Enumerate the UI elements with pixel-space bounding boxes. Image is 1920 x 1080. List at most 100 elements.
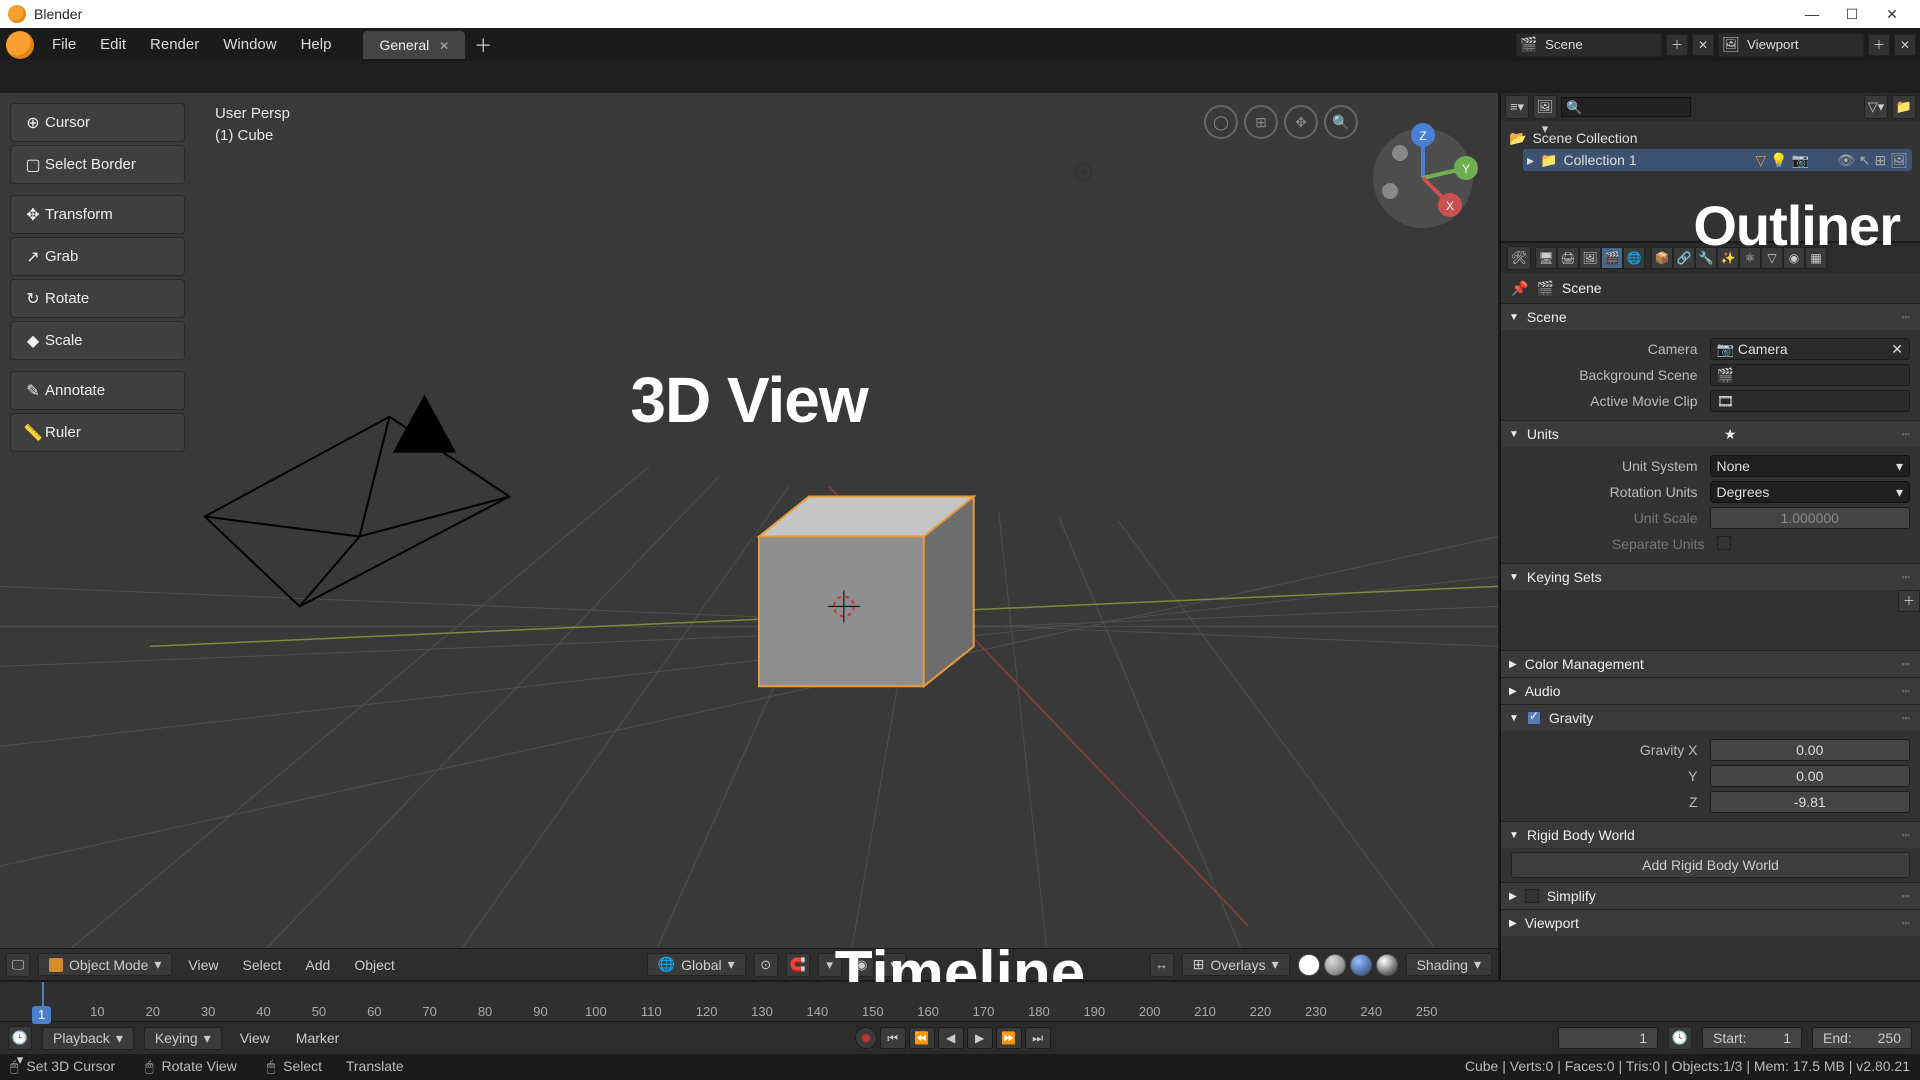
play-button[interactable]: ▶ <box>967 1027 993 1049</box>
tool-transform[interactable]: ✥Transform <box>10 195 185 234</box>
panel-simplify-header[interactable]: ▶Simplify┅ <box>1501 883 1920 909</box>
menu-window[interactable]: Window <box>211 30 288 59</box>
shading-dropdown[interactable]: Shading▾ <box>1406 953 1492 976</box>
current-frame-field[interactable]: 1 <box>1558 1027 1658 1049</box>
timeline-marker-menu[interactable]: Marker <box>288 1028 348 1048</box>
select-menu[interactable]: Select <box>235 955 290 975</box>
mode-select[interactable]: Object Mode▾ <box>38 953 172 976</box>
panel-gravity-header[interactable]: ▼Gravity┅ <box>1501 705 1920 731</box>
preview-range-button[interactable]: 🕓 <box>1668 1026 1692 1050</box>
minimize-button[interactable]: — <box>1792 0 1832 28</box>
viewlayer-name-input[interactable] <box>1743 34 1863 56</box>
timeline-view-menu[interactable]: View <box>232 1028 278 1048</box>
jump-end-button[interactable]: ⏭ <box>1025 1027 1051 1049</box>
tool-cursor[interactable]: ⊕Cursor <box>10 103 185 142</box>
end-frame-field[interactable]: End:250 <box>1812 1027 1912 1049</box>
shade-solid-icon[interactable] <box>1324 954 1346 976</box>
tab-constraints[interactable]: 🔗 <box>1673 247 1695 269</box>
tab-viewlayer[interactable]: 🖼 <box>1579 247 1601 269</box>
scene-selector[interactable]: 🎬 <box>1516 33 1662 57</box>
menu-render[interactable]: Render <box>138 30 211 59</box>
tool-ruler[interactable]: 📏Ruler <box>10 413 185 452</box>
viewlayer-selector[interactable]: 🖼 <box>1718 33 1864 57</box>
jump-start-button[interactable]: ⏮ <box>880 1027 906 1049</box>
timeline-ruler[interactable]: 1020304050607080901001101201301401501601… <box>0 982 1920 1022</box>
tool-select-border[interactable]: ▢Select Border <box>10 145 185 184</box>
blender-logo-icon[interactable] <box>6 31 34 59</box>
zoom-view-button[interactable]: 🔍 <box>1324 105 1358 139</box>
gizmo-toggle[interactable]: ↔ <box>1150 953 1174 977</box>
timeline-editor-type[interactable]: 🕒▾ <box>8 1026 32 1050</box>
3d-viewport[interactable]: User Persp (1) Cube 3D View ◯ ⊞ ✥ 🔍 Z Y … <box>0 93 1500 980</box>
play-reverse-button[interactable]: ◀ <box>938 1027 964 1049</box>
playback-menu[interactable]: Playback▾ <box>42 1027 134 1050</box>
workspace-add-button[interactable]: ＋ <box>471 32 495 58</box>
scene-add-button[interactable]: ＋ <box>1666 34 1688 56</box>
selectable-icon[interactable]: ↖ <box>1859 152 1871 169</box>
visibility-icon[interactable]: 👁 <box>1837 152 1855 169</box>
tab-render[interactable]: 🖥 <box>1535 247 1557 269</box>
keyframe-prev-button[interactable]: ⏪ <box>909 1027 935 1049</box>
tab-object[interactable]: 📦 <box>1651 247 1673 269</box>
panel-units-header[interactable]: ▼Units★┅ <box>1501 421 1920 447</box>
view-menu[interactable]: View <box>180 955 226 975</box>
workspace-close-icon[interactable]: ✕ <box>439 39 449 53</box>
outliner-filter[interactable]: ▽▾ <box>1864 95 1888 119</box>
tab-output[interactable]: 🖨 <box>1557 247 1579 269</box>
simplify-checkbox[interactable] <box>1525 889 1539 903</box>
workspace-tab-general[interactable]: General ✕ <box>363 31 465 59</box>
keyframe-next-button[interactable]: ⏩ <box>996 1027 1022 1049</box>
toggle-persp-button[interactable]: ⊞ <box>1244 105 1278 139</box>
panel-colormgmt-header[interactable]: ▶Color Management┅ <box>1501 651 1920 677</box>
gravity-z-field[interactable]: -9.81 <box>1710 791 1911 813</box>
tab-scene[interactable]: 🎬 <box>1601 247 1623 269</box>
rotation-units-select[interactable]: Degrees▾ <box>1710 481 1911 503</box>
movieclip-field[interactable]: 🎞 <box>1710 390 1911 412</box>
properties-editor-type[interactable]: 🛠▾ <box>1507 246 1531 270</box>
close-button[interactable]: ✕ <box>1872 0 1912 28</box>
outliner-display-mode[interactable]: 🖼▾ <box>1533 95 1557 119</box>
maximize-button[interactable]: ☐ <box>1832 0 1872 28</box>
move-view-button[interactable]: ✥ <box>1284 105 1318 139</box>
viewport-hide-icon[interactable]: ⊞ <box>1874 152 1886 169</box>
menu-file[interactable]: File <box>40 30 88 59</box>
panel-scene-header[interactable]: ▼Scene┅ <box>1501 304 1920 330</box>
tool-annotate[interactable]: ✎Annotate <box>10 371 185 410</box>
tool-scale[interactable]: ◆Scale <box>10 321 185 360</box>
shade-rendered-icon[interactable] <box>1376 954 1398 976</box>
snap-button[interactable]: 🧲 <box>786 953 810 977</box>
start-frame-field[interactable]: Start:1 <box>1702 1027 1802 1049</box>
overlays-toggle[interactable]: ⊞Overlays▾ <box>1182 953 1290 976</box>
panel-keying-header[interactable]: ▼Keying Sets┅ <box>1501 564 1920 590</box>
pivot-button[interactable]: ⊙ <box>754 953 778 977</box>
pin-icon[interactable]: 📌 <box>1511 280 1528 297</box>
viewport-canvas[interactable] <box>0 93 1498 980</box>
gravity-y-field[interactable]: 0.00 <box>1710 765 1911 787</box>
menu-help[interactable]: Help <box>289 30 344 59</box>
editor-type-button[interactable]: 🖵 <box>6 953 30 977</box>
scene-remove-button[interactable]: ✕ <box>1692 34 1714 56</box>
viewlayer-remove-button[interactable]: ✕ <box>1894 34 1916 56</box>
outliner-search[interactable] <box>1561 97 1691 117</box>
add-menu[interactable]: Add <box>297 955 338 975</box>
outliner-tree[interactable]: 📂 Scene Collection ▸ 📁 Collection 1 ▽ 💡 … <box>1501 121 1920 241</box>
camera-field[interactable]: 📷 Camera✕ <box>1710 338 1911 360</box>
panel-audio-header[interactable]: ▶Audio┅ <box>1501 678 1920 704</box>
panel-viewport-header[interactable]: ▶Viewport┅ <box>1501 910 1920 936</box>
outliner-collection-1[interactable]: ▸ 📁 Collection 1 ▽ 💡 📷 👁 ↖ ⊞ 🖼 <box>1523 149 1912 171</box>
outliner-editor-type[interactable]: ≡▾ <box>1505 95 1529 119</box>
tab-world[interactable]: 🌐 <box>1623 247 1645 269</box>
shade-wire-icon[interactable] <box>1298 954 1320 976</box>
object-menu[interactable]: Object <box>346 955 402 975</box>
camera-view-button[interactable]: ◯ <box>1204 105 1238 139</box>
unit-system-select[interactable]: None▾ <box>1710 455 1911 477</box>
tool-grab[interactable]: ↗Grab <box>10 237 185 276</box>
nav-gizmo[interactable]: Z Y X <box>1368 123 1478 233</box>
scene-name-input[interactable] <box>1541 34 1661 56</box>
panel-rigidbody-header[interactable]: ▼Rigid Body World┅ <box>1501 822 1920 848</box>
tool-rotate[interactable]: ↻Rotate <box>10 279 185 318</box>
bgscene-field[interactable]: 🎬 <box>1710 364 1911 386</box>
orientation-select[interactable]: 🌐Global▾ <box>647 953 746 976</box>
viewlayer-add-button[interactable]: ＋ <box>1868 34 1890 56</box>
outliner-root[interactable]: 📂 Scene Collection <box>1509 127 1912 149</box>
